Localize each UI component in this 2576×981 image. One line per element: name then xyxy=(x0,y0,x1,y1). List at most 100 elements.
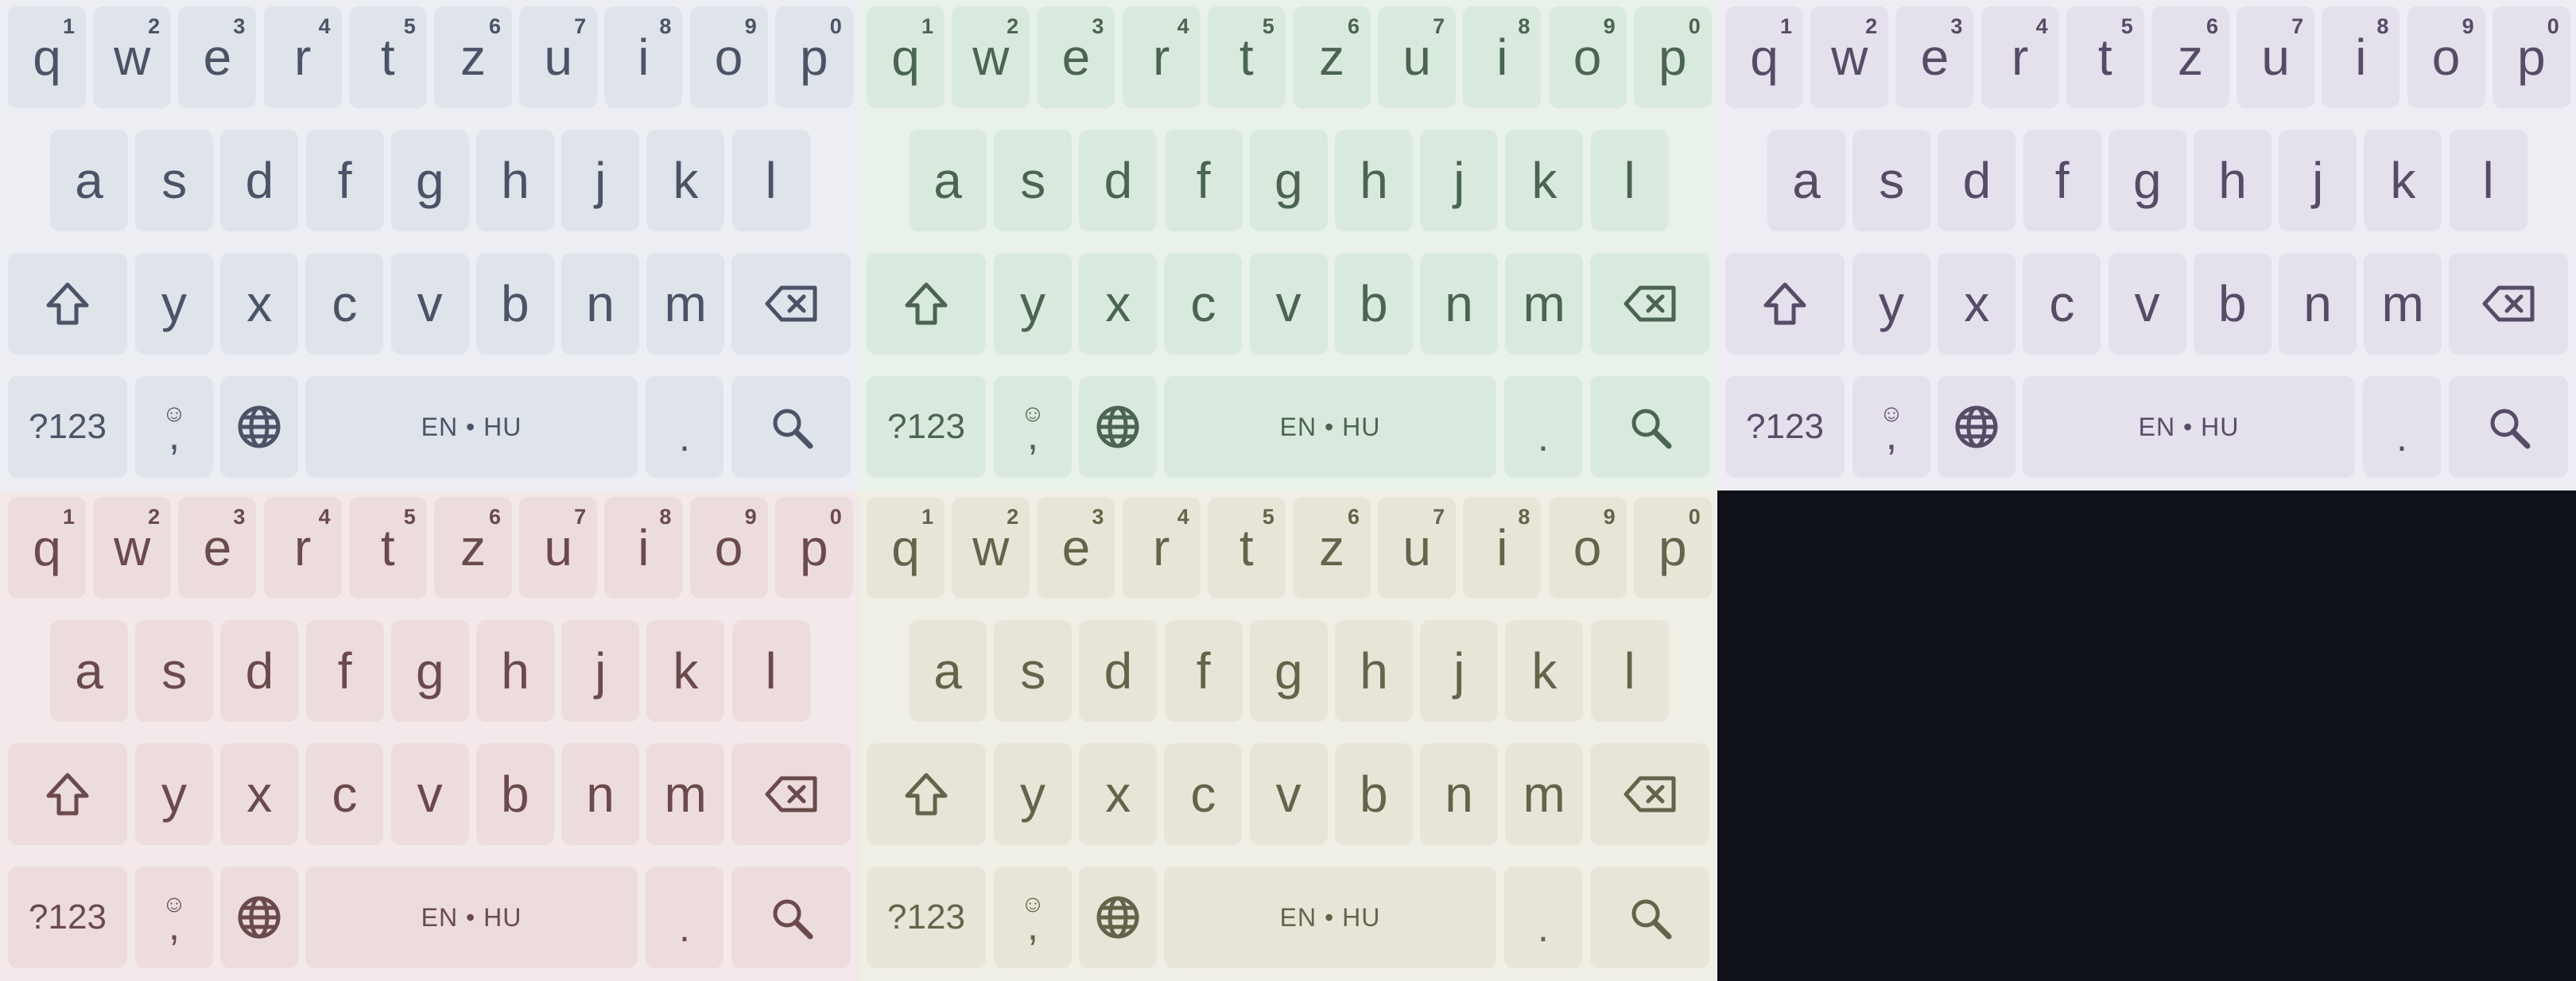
key-q[interactable]: q1 xyxy=(1725,6,1803,108)
key-d[interactable]: d xyxy=(1079,130,1158,231)
key-c[interactable]: c xyxy=(305,253,384,355)
key-k[interactable]: k xyxy=(1505,130,1584,231)
key-b[interactable]: b xyxy=(475,743,554,845)
key-r[interactable]: r4 xyxy=(1980,6,2059,108)
key-h[interactable]: h xyxy=(1335,620,1413,722)
emoji-comma-key[interactable]: ☺, xyxy=(994,376,1072,478)
key-o[interactable]: o9 xyxy=(2407,6,2485,108)
key-d[interactable]: d xyxy=(220,130,299,231)
key-r[interactable]: r4 xyxy=(1122,497,1201,599)
key-z[interactable]: z6 xyxy=(434,6,512,108)
key-t[interactable]: t5 xyxy=(348,497,427,599)
period-key[interactable]: . xyxy=(1504,867,1582,968)
key-x[interactable]: x xyxy=(1079,743,1158,845)
key-x[interactable]: x xyxy=(220,743,299,845)
key-q[interactable]: q1 xyxy=(8,497,86,599)
key-g[interactable]: g xyxy=(390,130,469,231)
key-f[interactable]: f xyxy=(305,130,384,231)
key-a[interactable]: a xyxy=(909,130,987,231)
key-r[interactable]: r4 xyxy=(263,6,342,108)
key-s[interactable]: s xyxy=(135,620,214,722)
key-g[interactable]: g xyxy=(2108,130,2186,231)
key-d[interactable]: d xyxy=(1938,130,2016,231)
key-c[interactable]: c xyxy=(305,743,384,845)
key-v[interactable]: v xyxy=(1249,253,1328,355)
key-j[interactable]: j xyxy=(1420,620,1499,722)
key-f[interactable]: f xyxy=(2023,130,2101,231)
shift-key[interactable] xyxy=(867,743,986,845)
key-z[interactable]: z6 xyxy=(1293,6,1371,108)
symbols-key[interactable]: ?123 xyxy=(867,867,986,968)
key-i[interactable]: i8 xyxy=(1463,497,1542,599)
key-d[interactable]: d xyxy=(220,620,299,722)
key-v[interactable]: v xyxy=(2108,253,2186,355)
key-v[interactable]: v xyxy=(390,253,469,355)
symbols-key[interactable]: ?123 xyxy=(867,376,986,478)
key-t[interactable]: t5 xyxy=(1207,497,1286,599)
key-h[interactable]: h xyxy=(1335,130,1413,231)
backspace-key[interactable] xyxy=(1590,253,1709,355)
key-a[interactable]: a xyxy=(909,620,987,722)
key-t[interactable]: t5 xyxy=(1207,6,1286,108)
key-p[interactable]: p0 xyxy=(2492,6,2570,108)
key-l[interactable]: l xyxy=(731,130,810,231)
key-i[interactable]: i8 xyxy=(604,497,683,599)
key-t[interactable]: t5 xyxy=(2066,6,2144,108)
emoji-comma-key[interactable]: ☺, xyxy=(135,867,213,968)
key-u[interactable]: u7 xyxy=(1378,6,1457,108)
search-key[interactable] xyxy=(731,867,851,968)
key-c[interactable]: c xyxy=(1164,253,1243,355)
key-y[interactable]: y xyxy=(1852,253,1930,355)
key-v[interactable]: v xyxy=(1249,743,1328,845)
shift-key[interactable] xyxy=(1725,253,1845,355)
language-switch-key[interactable] xyxy=(220,867,298,968)
key-l[interactable]: l xyxy=(731,620,810,722)
space-key[interactable]: EN • HU xyxy=(2023,376,2355,478)
key-y[interactable]: y xyxy=(135,743,213,845)
key-k[interactable]: k xyxy=(646,130,725,231)
key-o[interactable]: o9 xyxy=(1548,6,1627,108)
key-i[interactable]: i8 xyxy=(1463,6,1542,108)
key-g[interactable]: g xyxy=(390,620,469,722)
key-k[interactable]: k xyxy=(646,620,725,722)
key-e[interactable]: e3 xyxy=(1037,6,1115,108)
key-q[interactable]: q1 xyxy=(867,497,945,599)
key-m[interactable]: m xyxy=(1505,743,1584,845)
key-x[interactable]: x xyxy=(1079,253,1158,355)
key-j[interactable]: j xyxy=(561,130,640,231)
symbols-key[interactable]: ?123 xyxy=(8,376,127,478)
key-w[interactable]: w2 xyxy=(1810,6,1889,108)
key-o[interactable]: o9 xyxy=(689,6,768,108)
key-z[interactable]: z6 xyxy=(1293,497,1371,599)
key-m[interactable]: m xyxy=(646,743,725,845)
key-w[interactable]: w2 xyxy=(93,497,172,599)
key-j[interactable]: j xyxy=(1420,130,1499,231)
key-k[interactable]: k xyxy=(2364,130,2442,231)
key-y[interactable]: y xyxy=(135,253,213,355)
space-key[interactable]: EN • HU xyxy=(305,867,638,968)
key-w[interactable]: w2 xyxy=(952,497,1030,599)
key-s[interactable]: s xyxy=(135,130,214,231)
key-n[interactable]: n xyxy=(561,743,639,845)
shift-key[interactable] xyxy=(867,253,986,355)
period-key[interactable]: . xyxy=(646,867,724,968)
search-key[interactable] xyxy=(731,376,851,478)
key-q[interactable]: q1 xyxy=(867,6,945,108)
key-a[interactable]: a xyxy=(1767,130,1845,231)
search-key[interactable] xyxy=(2449,376,2568,478)
key-i[interactable]: i8 xyxy=(2322,6,2400,108)
key-m[interactable]: m xyxy=(1505,253,1584,355)
key-o[interactable]: o9 xyxy=(689,497,768,599)
key-n[interactable]: n xyxy=(1420,743,1498,845)
key-p[interactable]: p0 xyxy=(1633,6,1712,108)
key-x[interactable]: x xyxy=(220,253,299,355)
key-p[interactable]: p0 xyxy=(774,497,853,599)
language-switch-key[interactable] xyxy=(1938,376,2015,478)
search-key[interactable] xyxy=(1590,376,1709,478)
key-e[interactable]: e3 xyxy=(1895,6,1974,108)
key-f[interactable]: f xyxy=(1164,620,1243,722)
key-c[interactable]: c xyxy=(1164,743,1243,845)
emoji-comma-key[interactable]: ☺, xyxy=(1852,376,1930,478)
key-s[interactable]: s xyxy=(994,620,1073,722)
key-h[interactable]: h xyxy=(476,620,554,722)
